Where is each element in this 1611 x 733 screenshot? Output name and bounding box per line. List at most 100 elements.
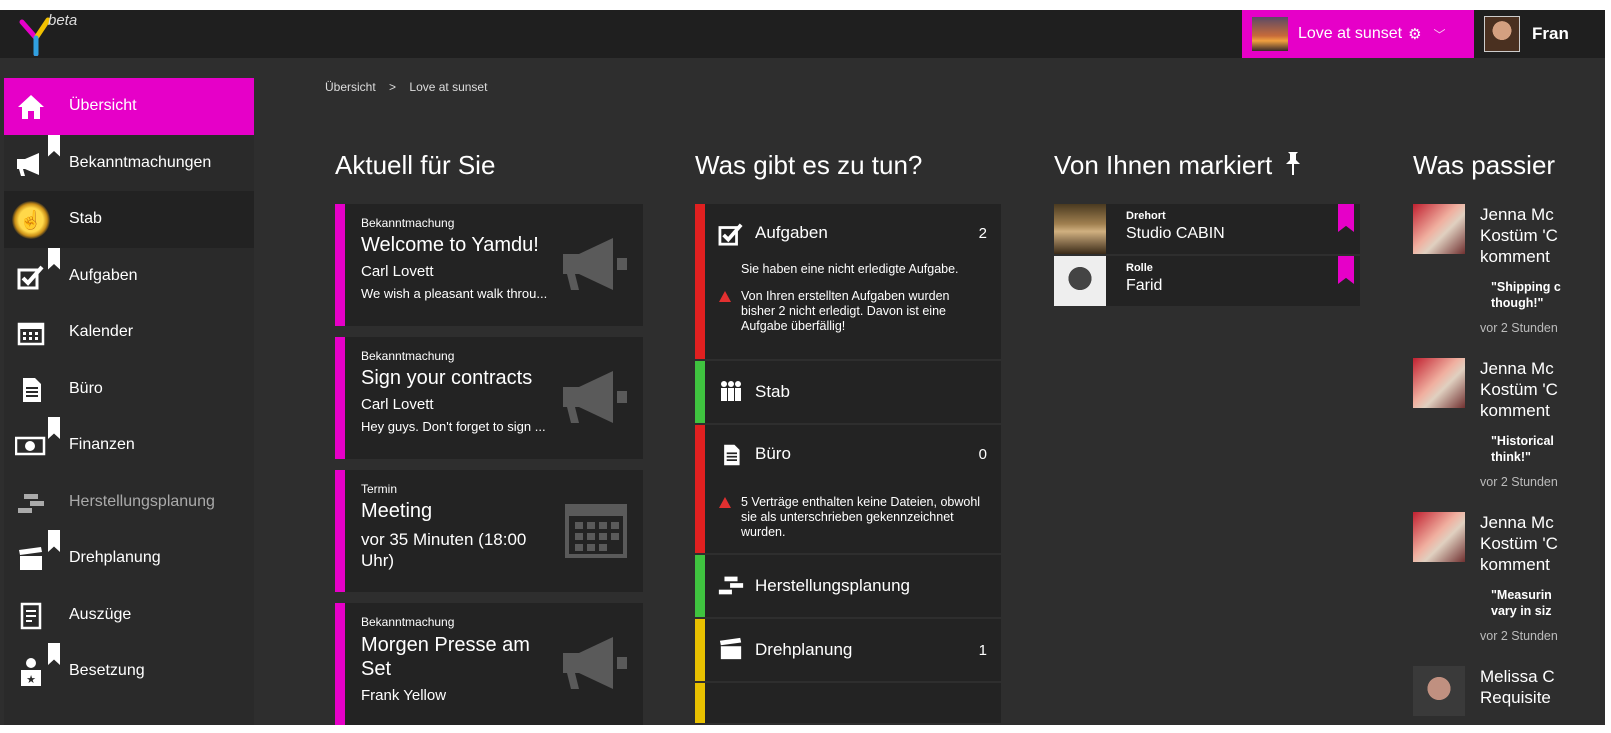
activity-title: Jenna Mc Kostüm 'C komment bbox=[1480, 512, 1558, 575]
todo-label: Herstellungsplanung bbox=[755, 576, 910, 595]
activity-user: Jenna Mc bbox=[1480, 359, 1554, 378]
marked-item[interactable]: Rolle Farid bbox=[1054, 256, 1360, 306]
column-title-happening: Was passier bbox=[1413, 150, 1556, 180]
activity-object: Requisite bbox=[1480, 688, 1551, 707]
todo-warning: 5 Verträge enthalten keine Dateien, obwo… bbox=[695, 495, 1001, 540]
pin-icon bbox=[1286, 152, 1301, 175]
bookmark-icon bbox=[48, 134, 60, 157]
todo-warning-text: Von Ihren erstellten Aufgaben wurden bis… bbox=[741, 289, 950, 333]
app-window: beta Love at sunset ⚙ ﹀ Fran Übersicht B… bbox=[0, 10, 1605, 725]
activity-quote-line: "Measurin bbox=[1491, 588, 1552, 602]
activity-object: Kostüm 'C bbox=[1480, 226, 1558, 245]
breadcrumb-root[interactable]: Übersicht bbox=[325, 80, 376, 94]
activity-user: Melissa C bbox=[1480, 667, 1555, 686]
warning-icon bbox=[719, 291, 731, 302]
todo-message: Sie haben eine nicht erledigte Aufgabe. bbox=[741, 262, 959, 276]
activity-user: Jenna Mc bbox=[1480, 205, 1554, 224]
sidebar-item-auszuege[interactable]: Auszüge bbox=[4, 587, 254, 644]
avatar bbox=[1413, 666, 1465, 716]
sidebar-item-aufgaben[interactable]: Aufgaben bbox=[4, 247, 254, 305]
activity-quote-line: "Historical bbox=[1491, 434, 1554, 448]
card-category: Bekanntmachung bbox=[361, 349, 455, 363]
megaphone-icon bbox=[563, 637, 627, 689]
activity-title: Jenna Mc Kostüm 'C komment bbox=[1480, 358, 1558, 421]
activity-action: komment bbox=[1480, 555, 1550, 574]
sidebar-item-uebersicht[interactable]: Übersicht bbox=[4, 78, 254, 135]
bookmark-icon[interactable] bbox=[1338, 256, 1354, 284]
todo-group-stab[interactable]: Stab bbox=[695, 361, 1001, 425]
checkbox-icon bbox=[717, 220, 745, 248]
todo-group-herstellungsplanung[interactable]: Herstellungsplanung bbox=[695, 555, 1001, 619]
sidebar-item-buero[interactable]: Büro bbox=[4, 361, 254, 418]
todo-count: 0 bbox=[978, 445, 987, 463]
top-bar: beta Love at sunset ⚙ ﹀ Fran bbox=[0, 10, 1605, 58]
activity-object: Kostüm 'C bbox=[1480, 534, 1558, 553]
chevron-down-icon[interactable]: ﹀ bbox=[1434, 26, 1446, 43]
sidebar-item-label: Bekanntmachungen bbox=[69, 153, 212, 171]
avatar[interactable] bbox=[1484, 16, 1520, 52]
clapperboard-icon bbox=[14, 542, 48, 576]
todo-count: 2 bbox=[978, 224, 987, 242]
column-title-marked: Von Ihnen markiert bbox=[1054, 150, 1301, 181]
activity-item[interactable]: Jenna Mc Kostüm 'C komment "Measurin var… bbox=[1413, 512, 1605, 652]
bookmark-icon[interactable] bbox=[1338, 204, 1354, 232]
sidebar-item-label: Finanzen bbox=[69, 436, 135, 454]
activity-quote-line: vary in siz bbox=[1491, 604, 1552, 618]
beta-label: beta bbox=[48, 12, 78, 29]
calendar-icon bbox=[565, 504, 627, 558]
sidebar-item-label: Herstellungsplanung bbox=[69, 492, 215, 510]
activity-item[interactable]: Jenna Mc Kostüm 'C komment "Historical t… bbox=[1413, 358, 1605, 498]
breadcrumb-current: Love at sunset bbox=[409, 80, 488, 94]
project-thumbnail bbox=[1252, 17, 1288, 51]
todo-label: Aufgaben bbox=[755, 223, 828, 242]
bookmark-icon bbox=[48, 247, 60, 270]
money-icon bbox=[14, 429, 48, 463]
activity-time: vor 2 Stunden bbox=[1480, 629, 1558, 643]
sidebar-item-finanzen[interactable]: Finanzen bbox=[4, 417, 254, 474]
sidebar-item-label: Aufgaben bbox=[69, 266, 138, 284]
sidebar-item-herstellungsplanung[interactable]: Herstellungsplanung bbox=[4, 474, 254, 531]
calendar-icon bbox=[14, 316, 48, 350]
todo-group-drehplanung[interactable]: Drehplanung 1 bbox=[695, 619, 1001, 683]
sidebar-item-label: Stab bbox=[69, 210, 102, 228]
avatar bbox=[1413, 358, 1465, 408]
megaphone-icon bbox=[14, 147, 48, 181]
sidebar-item-bekanntmachungen[interactable]: Bekanntmachungen bbox=[4, 134, 254, 192]
avatar bbox=[1413, 204, 1465, 254]
project-switcher[interactable]: Love at sunset ⚙ ﹀ bbox=[1242, 10, 1474, 58]
checkbox-icon bbox=[14, 260, 48, 294]
status-bar bbox=[695, 683, 705, 723]
sidebar-item-drehplanung[interactable]: Drehplanung bbox=[4, 530, 254, 587]
sidebar-item-kalender[interactable]: Kalender bbox=[4, 304, 254, 361]
breadcrumb: Übersicht > Love at sunset bbox=[325, 80, 497, 94]
card-title: Morgen Presse am Set bbox=[361, 634, 530, 680]
feed-card[interactable]: Bekanntmachung Sign your contracts Carl … bbox=[335, 337, 643, 459]
marked-item[interactable]: Drehort Studio CABIN bbox=[1054, 204, 1360, 254]
avatar bbox=[1413, 512, 1465, 562]
todo-label: Büro bbox=[755, 444, 791, 463]
people-icon bbox=[717, 377, 745, 405]
feed-card[interactable]: Bekanntmachung Welcome to Yamdu! Carl Lo… bbox=[335, 204, 643, 326]
documents-icon bbox=[14, 373, 48, 407]
bookmark-icon bbox=[48, 530, 60, 552]
user-menu[interactable]: Fran bbox=[1484, 16, 1569, 52]
activity-title: Melissa C Requisite bbox=[1480, 666, 1555, 708]
todo-group-buero[interactable]: Büro 0 5 Verträge enthalten keine Dateie… bbox=[695, 425, 1001, 555]
activity-item[interactable]: Melissa C Requisite bbox=[1413, 666, 1605, 716]
todo-group-aufgaben[interactable]: Aufgaben 2 Sie haben eine nicht erledigt… bbox=[695, 204, 1001, 361]
blocks-icon bbox=[717, 571, 745, 599]
gear-icon[interactable]: ⚙ bbox=[1408, 25, 1421, 43]
feed-card[interactable]: Bekanntmachung Morgen Presse am Set Fran… bbox=[335, 603, 643, 725]
activity-item[interactable]: Jenna Mc Kostüm 'C komment "Shipping c t… bbox=[1413, 204, 1605, 344]
sidebar-item-label: Auszüge bbox=[69, 605, 132, 623]
notebook-icon bbox=[14, 599, 48, 633]
sidebar-item-label: Büro bbox=[69, 379, 103, 397]
todo-group-next[interactable] bbox=[695, 683, 1001, 725]
sidebar-item-besetzung[interactable]: ★ Besetzung bbox=[4, 643, 254, 700]
marked-type: Drehort bbox=[1126, 210, 1166, 222]
todo-label: Stab bbox=[755, 382, 790, 401]
project-name: Love at sunset bbox=[1298, 25, 1403, 42]
sidebar-item-stab[interactable]: ☝ Stab bbox=[4, 191, 254, 248]
warning-icon bbox=[719, 497, 731, 508]
feed-card[interactable]: Termin Meeting vor 35 Minuten (18:00 Uhr… bbox=[335, 470, 643, 592]
